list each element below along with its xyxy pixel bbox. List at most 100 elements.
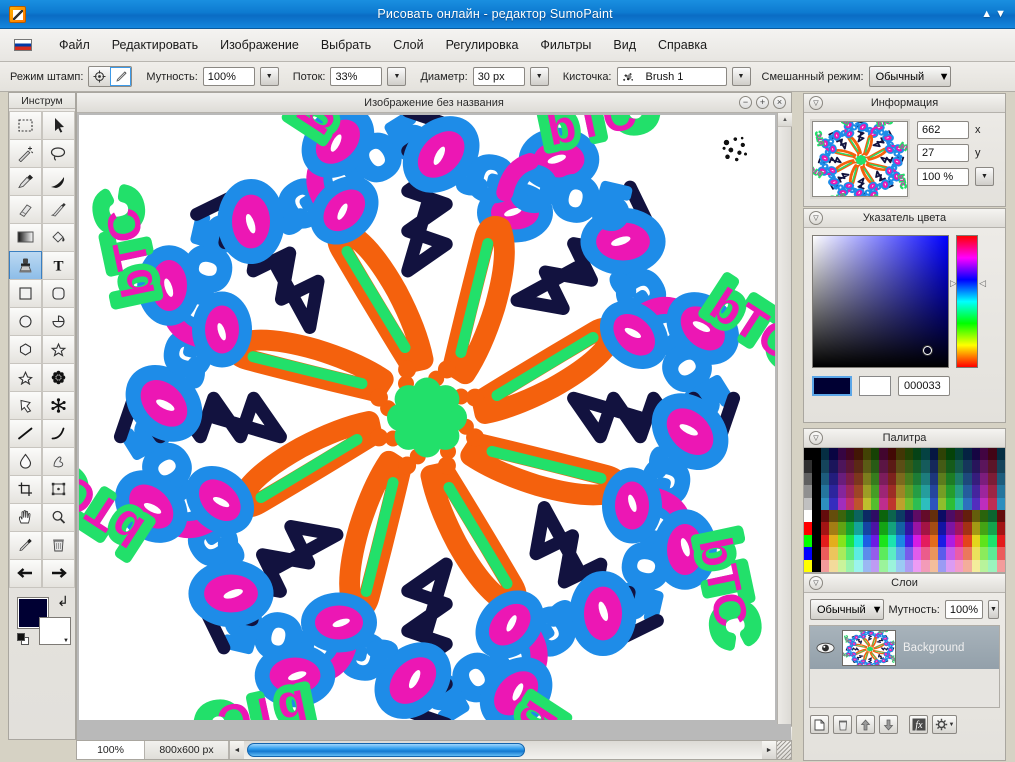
palette-swatch[interactable] xyxy=(979,460,989,473)
palette-swatch[interactable] xyxy=(896,497,905,510)
swap-colors-icon[interactable]: ↲ xyxy=(57,593,69,610)
palette-swatch[interactable] xyxy=(804,547,813,560)
redo-arrow-tool[interactable] xyxy=(41,558,75,588)
palette-swatch[interactable] xyxy=(804,509,813,523)
palette-swatch[interactable] xyxy=(988,522,997,535)
palette-swatch[interactable] xyxy=(929,559,938,572)
palette-swatch[interactable] xyxy=(804,534,813,548)
palette-swatch[interactable] xyxy=(854,460,863,473)
palette-swatch[interactable] xyxy=(971,534,980,548)
palette-swatch[interactable] xyxy=(837,485,846,498)
blend-mode-selector[interactable]: Обычный ▼ xyxy=(868,66,951,87)
palette-swatch[interactable] xyxy=(879,509,888,523)
canvas-close-button[interactable]: × xyxy=(773,96,786,109)
undo-arrow-tool[interactable] xyxy=(8,558,42,588)
arrow-shape-tool[interactable] xyxy=(8,390,42,420)
palette-swatch[interactable] xyxy=(979,472,989,486)
palette-swatch[interactable] xyxy=(946,547,955,560)
palette-swatch[interactable] xyxy=(871,559,880,572)
palette-swatch[interactable] xyxy=(812,448,821,461)
menu-filters[interactable]: Фильтры xyxy=(529,35,602,55)
palette-swatch[interactable] xyxy=(879,522,888,535)
polygon-shape-tool[interactable] xyxy=(8,334,42,364)
palette-swatch[interactable] xyxy=(963,509,972,523)
palette-swatch[interactable] xyxy=(938,559,947,572)
palette-swatch[interactable] xyxy=(837,509,846,523)
palette-swatch[interactable] xyxy=(887,509,897,523)
palette-swatch[interactable] xyxy=(879,559,888,572)
menu-image[interactable]: Изображение xyxy=(209,35,310,55)
palette-swatch[interactable] xyxy=(963,547,972,560)
ellipse-shape-tool[interactable] xyxy=(8,306,42,336)
pencil-icon[interactable] xyxy=(110,67,132,86)
palette-swatch[interactable] xyxy=(971,497,980,510)
palette-swatch[interactable] xyxy=(954,547,964,560)
window-down-button[interactable]: ▼ xyxy=(995,8,1006,20)
artboard[interactable]: bTC bTC GOO5 bTC bTC GOO5 bTC bTC GOO5 bTC bTC GOO5… xyxy=(79,115,775,720)
zoom-tool[interactable] xyxy=(41,502,75,532)
palette-swatch[interactable] xyxy=(929,448,938,461)
palette-swatch[interactable] xyxy=(971,522,980,535)
palette-swatch[interactable] xyxy=(879,448,888,461)
diameter-dropdown-button[interactable]: ▼ xyxy=(529,67,549,86)
palette-swatch[interactable] xyxy=(912,522,922,535)
palette-swatch[interactable] xyxy=(829,547,838,560)
palette-swatch[interactable] xyxy=(854,547,863,560)
collapse-triangle-icon[interactable]: ▽ xyxy=(809,576,823,590)
palette-swatch[interactable] xyxy=(912,547,922,560)
palette-swatch[interactable] xyxy=(954,534,964,548)
eye-icon[interactable] xyxy=(816,642,835,654)
palette-swatch[interactable] xyxy=(820,559,830,572)
palette-swatch[interactable] xyxy=(946,497,955,510)
default-colors-icon[interactable] xyxy=(17,633,30,646)
menu-view[interactable]: Вид xyxy=(602,35,647,55)
saturation-value-box[interactable] xyxy=(812,235,949,368)
cursor-x-input[interactable]: 662 xyxy=(917,121,969,139)
palette-swatch[interactable] xyxy=(896,559,905,572)
snowflake-shape-tool[interactable] xyxy=(41,390,75,420)
palette-swatch[interactable] xyxy=(938,534,947,548)
palette-swatch[interactable] xyxy=(896,448,905,461)
palette-swatch[interactable] xyxy=(904,460,913,473)
scroll-right-arrow-icon[interactable]: ► xyxy=(762,741,776,759)
layer-opacity-dropdown-button[interactable]: ▼ xyxy=(987,600,999,619)
palette-swatch[interactable] xyxy=(904,534,913,548)
layer-list[interactable]: bTCbTCGOO5bTCbTCGOO5bTCbTCGOO5bTCbTCGOO5… xyxy=(809,625,1000,708)
palette-swatch[interactable] xyxy=(845,509,855,523)
palette-swatch[interactable] xyxy=(887,547,897,560)
palette-swatch[interactable] xyxy=(904,448,913,461)
palette-swatch[interactable] xyxy=(938,509,947,523)
palette-swatch[interactable] xyxy=(904,522,913,535)
rect-marquee-tool[interactable] xyxy=(8,110,42,140)
palette-swatch[interactable] xyxy=(862,472,871,486)
picker-foreground-swatch[interactable] xyxy=(812,376,852,396)
palette-swatch[interactable] xyxy=(954,522,964,535)
palette-swatch[interactable] xyxy=(871,460,880,473)
palette-swatch[interactable] xyxy=(921,448,930,461)
move-layer-up-button[interactable] xyxy=(856,715,875,734)
palette-swatch[interactable] xyxy=(929,460,938,473)
palette-swatch[interactable] xyxy=(879,485,888,498)
palette-swatch[interactable] xyxy=(971,547,980,560)
hue-slider[interactable] xyxy=(956,235,978,368)
palette-swatch[interactable] xyxy=(921,485,930,498)
palette-swatch[interactable] xyxy=(979,559,989,572)
stamp-mode-toggle-group[interactable] xyxy=(88,66,133,87)
palette-swatch[interactable] xyxy=(929,509,938,523)
palette-swatch[interactable] xyxy=(862,509,871,523)
palette-swatch[interactable] xyxy=(921,497,930,510)
palette-swatch[interactable] xyxy=(804,522,813,535)
palette-swatch[interactable] xyxy=(946,534,955,548)
hue-slider-wrap[interactable]: ▷ ◁ xyxy=(950,235,986,368)
palette-swatch[interactable] xyxy=(996,472,1005,486)
palette-swatch[interactable] xyxy=(921,472,930,486)
palette-swatch[interactable] xyxy=(979,522,989,535)
star-shape-tool[interactable] xyxy=(41,334,75,364)
palette-swatch[interactable] xyxy=(996,559,1005,572)
color-swatches[interactable]: ▼ ▼ ↲ xyxy=(17,593,71,646)
smudge-tool[interactable] xyxy=(41,446,75,476)
palette-swatch[interactable] xyxy=(921,559,930,572)
palette-swatch[interactable] xyxy=(862,559,871,572)
palette-swatch[interactable] xyxy=(971,460,980,473)
palette-swatch[interactable] xyxy=(829,497,838,510)
